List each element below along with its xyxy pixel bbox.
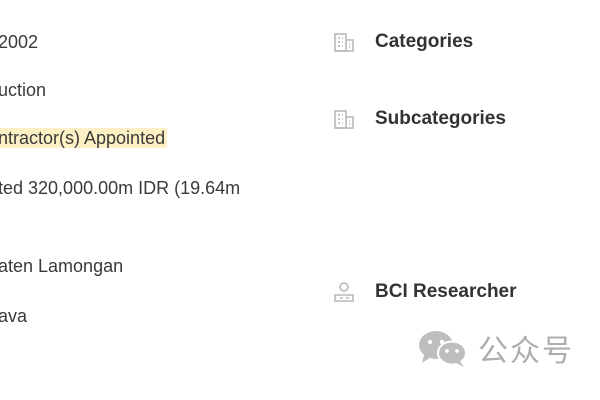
categories-label: Categories (375, 31, 474, 52)
building-icon (334, 33, 354, 52)
researcher-label: BCI Researcher (375, 281, 517, 302)
detail-sector: uction (0, 80, 47, 100)
detail-value: ted 320,000.00m IDR (19.64m (0, 178, 241, 198)
building-icon (334, 110, 354, 129)
wechat-icon (419, 331, 467, 367)
detail-province: ava (0, 306, 28, 326)
subcategories-header: Subcategories (332, 106, 506, 132)
watermark-text: 公众号 (478, 334, 574, 369)
categories-header: Categories (332, 29, 473, 55)
wechat-watermark: 公众号 (416, 326, 574, 370)
detail-stage: ntractor(s) Appointed (0, 126, 168, 150)
stage-highlight: ntractor(s) Appointed (0, 128, 168, 148)
subcategories-label: Subcategories (375, 108, 506, 129)
researcher-header: BCI Researcher (332, 279, 517, 305)
detail-district: aten Lamongan (0, 256, 124, 276)
researcher-icon (334, 282, 354, 302)
detail-year: 2002 (0, 32, 39, 52)
